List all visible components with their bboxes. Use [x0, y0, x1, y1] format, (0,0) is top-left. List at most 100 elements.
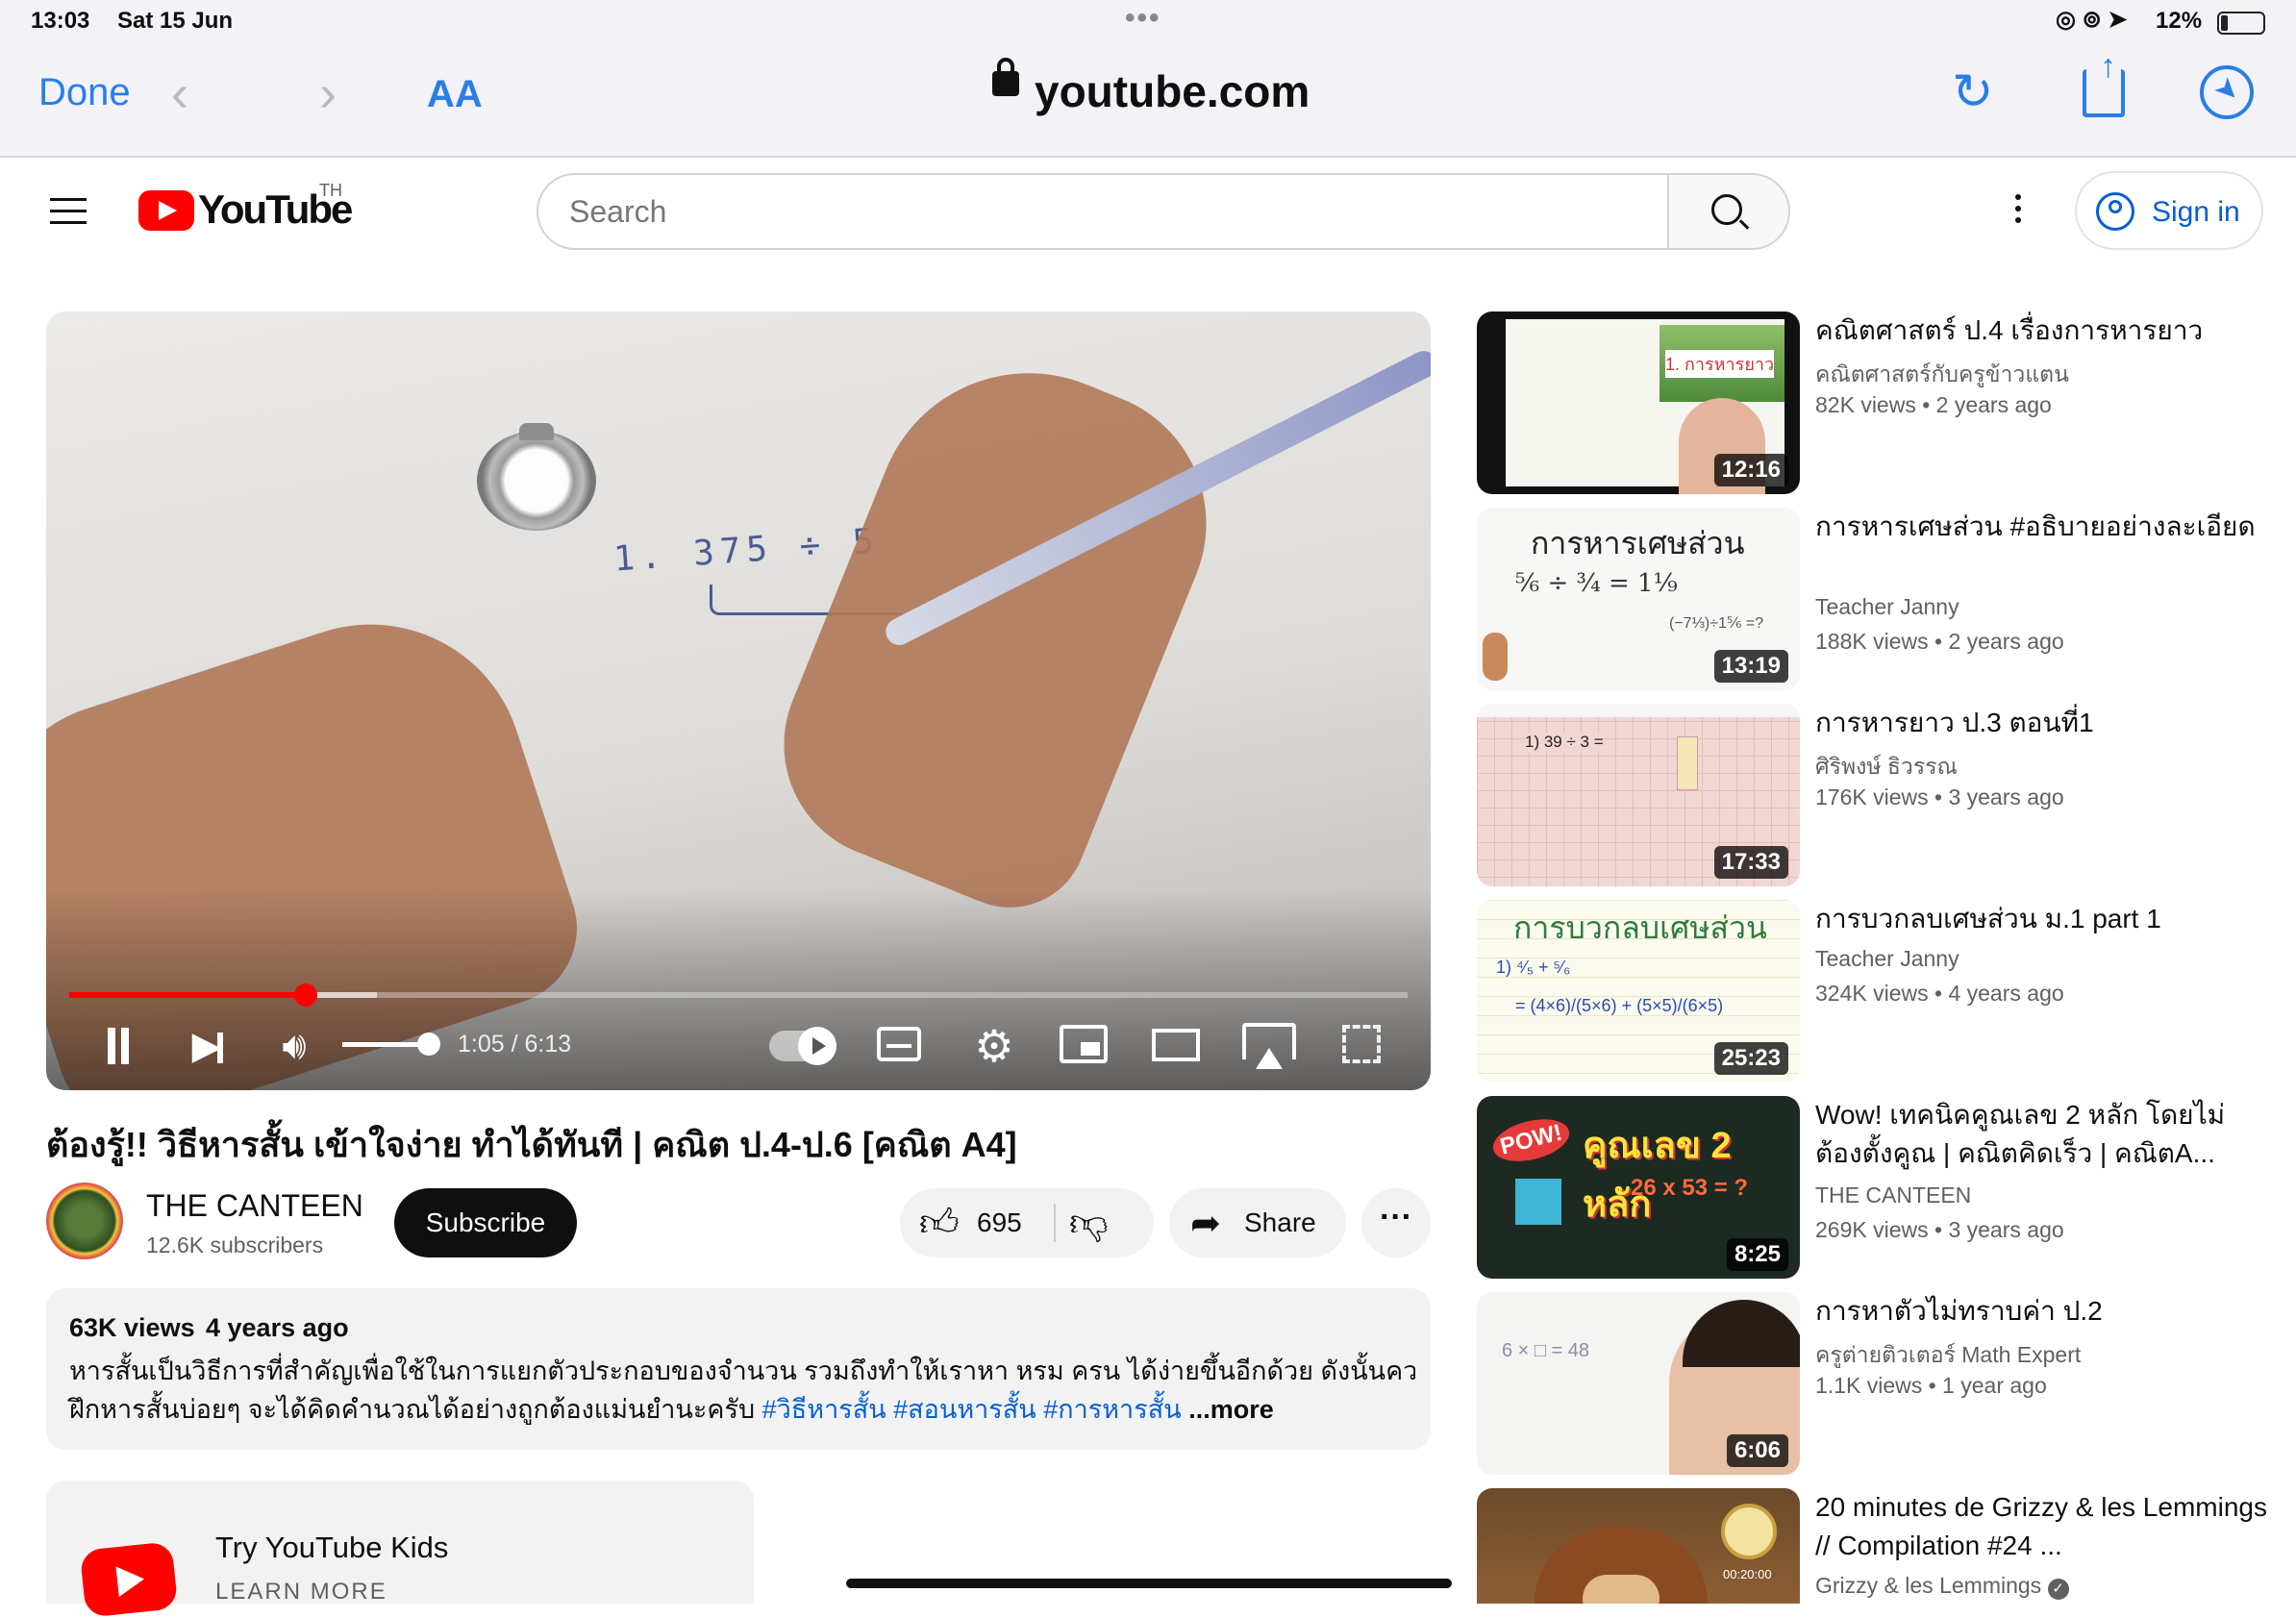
miniplayer-icon[interactable] [1060, 1025, 1108, 1063]
subscribe-button[interactable]: Subscribe [394, 1188, 577, 1257]
youtube-header: YouTube TH Search Sign in [0, 160, 2296, 265]
video-player[interactable]: 1. 375 ÷ 5 ▶ 🔊︎ 1:05 / 6:13 ⚙ [46, 311, 1431, 1090]
lock-icon [992, 58, 1019, 96]
progress-played [69, 992, 307, 998]
video-duration: 25:23 [1713, 1042, 1788, 1075]
fullscreen-icon[interactable] [1342, 1025, 1381, 1063]
menu-icon[interactable] [50, 198, 87, 224]
recommended-video[interactable]: 6 × □ = 48 6:06 การหาตัวไม่ทราบค่า ป.2 ค… [1477, 1292, 2284, 1475]
recommended-video[interactable]: 1) 39 ÷ 3 = 17:33 การหารยาว ป.3 ตอนที่1 … [1477, 704, 2284, 886]
pocket-watch [477, 431, 596, 531]
search-icon [1711, 194, 1742, 225]
right-hand [749, 326, 1247, 932]
compass-icon[interactable]: ➤ [2200, 65, 2254, 119]
more-actions-icon[interactable]: ··· [1361, 1188, 1431, 1257]
pause-icon[interactable] [88, 1019, 142, 1073]
video-thumbnail[interactable]: POW! คูณเลข 2 หลัก 26 x 53 = ? 8:25 [1477, 1096, 1800, 1279]
youtube-kids-card[interactable]: Try YouTube Kids LEARN MORE [46, 1481, 754, 1618]
text-size-button[interactable]: AA [427, 73, 483, 116]
thumbnail-text: การบวกลบเศษส่วน [1513, 910, 1767, 945]
video-meta: 269K views • 3 years ago [1815, 1217, 2064, 1242]
forward-icon[interactable]: › [319, 63, 337, 123]
video-duration: 12:16 [1713, 454, 1788, 486]
recommended-video[interactable]: การหารเศษส่วน ⁵⁄₆ ÷ ³⁄₄ = 1¹⁄₉ (−7⅓)÷1⅚ … [1477, 508, 2284, 690]
share-button[interactable]: ➦ Share [1169, 1188, 1346, 1257]
thumbnail-text: 00:20:00 [1723, 1567, 1772, 1581]
sign-in-button[interactable]: Sign in [2075, 171, 2263, 250]
thumbnail-text: 1. การหารยาว [1665, 350, 1775, 378]
description-box[interactable]: 63K views 4 years ago หารสั้นเป็นวิธีการ… [46, 1288, 1431, 1450]
video-thumbnail[interactable]: 00:20:00 [1477, 1488, 1800, 1604]
video-title: การหาตัวไม่ทราบค่า ป.2 [1815, 1296, 2103, 1326]
share-icon[interactable]: ↑ [2083, 48, 2125, 117]
video-duration: 13:19 [1713, 650, 1788, 683]
volume-icon[interactable]: 🔊︎ [267, 1019, 321, 1073]
video-title: 20 minutes de Grizzy & les Lemmings // C… [1815, 1492, 2267, 1560]
video-thumbnail[interactable]: 1) 39 ÷ 3 = 17:33 [1477, 704, 1800, 886]
safari-toolbar: Done ‹ › AA youtube.com ↻ ↑ ➤ [0, 46, 2296, 158]
home-indicator [846, 1579, 1452, 1588]
video-thumbnail[interactable]: การบวกลบเศษส่วน 1) ⁴⁄₅ + ⁵⁄₆ = (4×6)/(5×… [1477, 900, 1800, 1083]
upload-age: 4 years ago [206, 1313, 349, 1342]
country-code: TH [319, 181, 342, 200]
channel-name: Grizzy & les Lemmings ✓ [1815, 1573, 2069, 1600]
video-duration: 6:06 [1726, 1434, 1788, 1467]
volume-handle[interactable] [417, 1033, 440, 1056]
more-link[interactable]: ...more [1188, 1395, 1274, 1424]
like-button[interactable]: 👍︎ 695 [900, 1188, 1054, 1257]
video-meta: 82K views • 2 years ago [1815, 392, 2052, 417]
video-meta: 1.1K views • 1 year ago [1815, 1373, 2047, 1398]
thumbs-down-icon[interactable]: 👎︎ [1069, 1200, 1109, 1246]
recommended-video[interactable]: 1. การหารยาว 12:16 คณิตศาสตร์ ป.4 เรื่อง… [1477, 311, 2284, 494]
recommended-video[interactable]: POW! คูณเลข 2 หลัก 26 x 53 = ? 8:25 Wow!… [1477, 1096, 2284, 1279]
youtube-logo-icon[interactable] [138, 190, 194, 231]
status-date: Sat 15 Jun [117, 8, 234, 34]
captions-icon[interactable] [877, 1027, 921, 1061]
video-thumbnail[interactable]: 6 × □ = 48 6:06 [1477, 1292, 1800, 1475]
video-thumbnail[interactable]: 1. การหารยาว 12:16 [1477, 311, 1800, 494]
channel-name: Teacher Janny [1815, 946, 1959, 971]
channel-avatar[interactable] [46, 1182, 123, 1259]
hashtag-links[interactable]: #วิธีหารสั้น #สอนหารสั้น #การหารสั้น [762, 1395, 1182, 1424]
multitasking-dots-icon[interactable]: ••• [1125, 2, 1161, 35]
status-time: 13:03 [31, 8, 90, 34]
subscriber-count: 12.6K subscribers [146, 1232, 324, 1257]
search-input[interactable]: Search [537, 173, 1667, 250]
channel-name: THE CANTEEN [1815, 1182, 1972, 1207]
video-thumbnail[interactable]: การหารเศษส่วน ⁵⁄₆ ÷ ³⁄₄ = 1¹⁄₉ (−7⅓)÷1⅚ … [1477, 508, 1800, 690]
video-duration: 8:25 [1726, 1238, 1788, 1271]
learn-more-link[interactable]: LEARN MORE [215, 1579, 387, 1606]
settings-icon[interactable]: ⚙ [967, 1019, 1021, 1073]
airplay-icon[interactable] [1242, 1023, 1296, 1069]
battery-icon [2217, 12, 2265, 35]
thumbs-up-icon: 👍︎ [919, 1202, 960, 1244]
youtube-kids-icon [79, 1541, 179, 1618]
volume-level [342, 1042, 429, 1047]
more-options-icon[interactable] [2015, 194, 2021, 223]
address-bar[interactable]: youtube.com [1035, 65, 1310, 117]
video-title: การหารเศษส่วน #อธิบายอย่างละเอียด [1815, 511, 2256, 541]
share-arrow-icon: ➦ [1190, 1204, 1221, 1244]
description-text: ฝึกหารสั้นบ่อยๆ จะได้คิดคำนวณได้อย่างถูก… [69, 1395, 756, 1424]
reload-icon[interactable]: ↻ [1952, 63, 1994, 121]
description-line-2: ฝึกหารสั้นบ่อยๆ จะได้คิดคำนวณได้อย่างถูก… [69, 1388, 1415, 1430]
search-button[interactable] [1667, 173, 1790, 250]
back-icon[interactable]: ‹ [171, 63, 188, 123]
next-icon[interactable]: ▶ [181, 1019, 235, 1073]
recommended-video[interactable]: 00:20:00 20 minutes de Grizzy & les Lemm… [1477, 1488, 2284, 1604]
autoplay-toggle[interactable] [769, 1027, 836, 1065]
battery-percent: 12% [2156, 8, 2203, 34]
view-count: 63K views [69, 1313, 195, 1342]
thumbnail-text: 6 × □ = 48 [1502, 1340, 1590, 1361]
done-button[interactable]: Done [38, 71, 131, 114]
thumbnail-text: การหารเศษส่วน [1531, 526, 1745, 560]
theater-mode-icon[interactable] [1152, 1029, 1200, 1061]
channel-name[interactable]: THE CANTEEN [146, 1188, 363, 1224]
handwritten-problem: 1. 375 ÷ 5 [611, 521, 881, 580]
video-duration: 17:33 [1713, 846, 1788, 879]
video-title: Wow! เทคนิคคูณเลข 2 หลัก โดยไม่ต้องตั้งค… [1815, 1100, 2226, 1168]
search-placeholder: Search [569, 194, 667, 229]
status-icons: ◎ ⊚ ➤ [2056, 7, 2128, 33]
recommended-video[interactable]: การบวกลบเศษส่วน 1) ⁴⁄₅ + ⁵⁄₆ = (4×6)/(5×… [1477, 900, 2284, 1083]
time-display: 1:05 / 6:13 [458, 1031, 572, 1058]
